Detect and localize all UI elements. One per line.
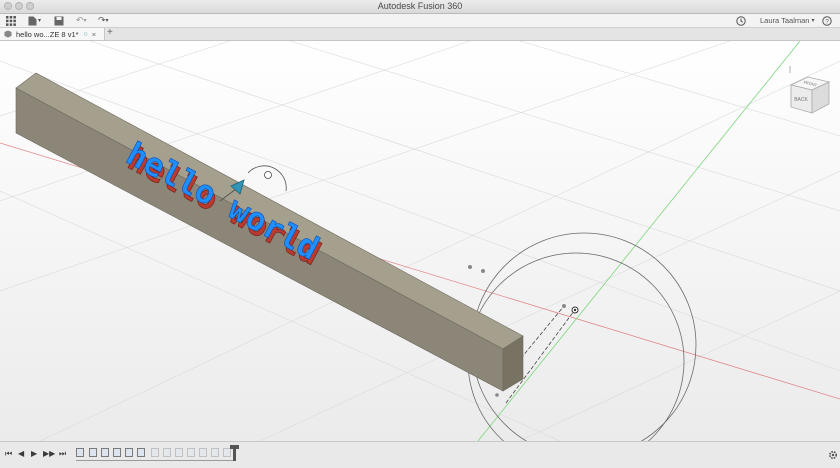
- view-cube-face-label: BACK: [794, 97, 808, 103]
- title-bar: Autodesk Fusion 360: [0, 0, 840, 14]
- user-name: Laura Taalman: [760, 16, 810, 25]
- gear-icon[interactable]: [828, 447, 838, 465]
- timeline-suppressed-feature[interactable]: [199, 448, 207, 457]
- file-icon: [28, 16, 37, 25]
- timeline-suppressed-feature[interactable]: [163, 448, 171, 457]
- window-title: Autodesk Fusion 360: [377, 1, 463, 11]
- chevron-down-icon: ▾: [38, 18, 42, 24]
- document-tab-bar: hello wo...ZE 8 v1* ○ × +: [0, 27, 840, 41]
- timeline-last-button[interactable]: ⏭: [59, 450, 66, 458]
- sync-status-icon: ○: [83, 30, 88, 38]
- timeline-suppressed-feature[interactable]: [175, 448, 183, 457]
- timeline-suppressed-feature[interactable]: [151, 448, 159, 457]
- timeline-extrude-feature[interactable]: [137, 448, 145, 457]
- canvas-viewport[interactable]: hello world hello world FRONT BACK: [0, 40, 840, 468]
- app-toolbar: ▾ ↶ ▾ ↷ ▾ Laura Taalman ▾ ?: [0, 14, 840, 28]
- svg-text:?: ?: [825, 18, 829, 25]
- timeline-extrude-feature[interactable]: [89, 448, 97, 457]
- add-tab-button[interactable]: +: [107, 27, 113, 38]
- sketch-point[interactable]: [562, 304, 566, 308]
- timeline-prev-button[interactable]: ◀: [18, 450, 24, 458]
- file-menu-button[interactable]: ▾: [28, 15, 41, 26]
- viewport-canvas[interactable]: hello world hello world FRONT BACK: [0, 40, 840, 468]
- redo-icon[interactable]: ↷ ▾: [98, 15, 109, 26]
- timeline-next-button[interactable]: ▶▶: [43, 450, 55, 458]
- save-icon[interactable]: [54, 15, 64, 26]
- undo-icon[interactable]: ↶ ▾: [76, 15, 87, 26]
- timeline-track: [76, 460, 234, 461]
- tab-close-button[interactable]: ×: [92, 30, 96, 39]
- help-icon[interactable]: ?: [822, 15, 832, 26]
- sketch-point[interactable]: [495, 393, 499, 397]
- tab-document-label: hello wo...ZE 8 v1*: [16, 29, 79, 39]
- user-caret: ▾: [811, 18, 815, 24]
- timeline-first-button[interactable]: ⏮: [5, 450, 12, 458]
- origin-point-center: [573, 308, 577, 312]
- timeline-suppressed-feature[interactable]: [223, 448, 231, 457]
- timeline-suppressed-feature[interactable]: [211, 448, 219, 457]
- timeline-sketch-feature[interactable]: [125, 448, 133, 457]
- timeline-extrude-feature[interactable]: [101, 448, 109, 457]
- timeline-sketch-feature[interactable]: [113, 448, 121, 457]
- clock-icon[interactable]: [736, 15, 746, 26]
- grid-icon[interactable]: [6, 15, 16, 26]
- tab-document[interactable]: hello wo...ZE 8 v1* ○ ×: [0, 28, 105, 40]
- sketch-point[interactable]: [468, 265, 472, 269]
- rotate-manipulator-handle[interactable]: [264, 171, 272, 179]
- timeline-play-button[interactable]: ▶: [31, 450, 37, 458]
- timeline-sketch-feature[interactable]: [76, 448, 84, 457]
- document-icon: [4, 30, 12, 38]
- user-menu[interactable]: Laura Taalman ▾: [760, 15, 815, 26]
- timeline-marker-handle[interactable]: [230, 445, 239, 449]
- timeline-suppressed-feature[interactable]: [187, 448, 195, 457]
- timeline-bar: ⏮ ◀ ▶ ▶▶ ⏭: [0, 441, 840, 468]
- sketch-point[interactable]: [481, 269, 485, 273]
